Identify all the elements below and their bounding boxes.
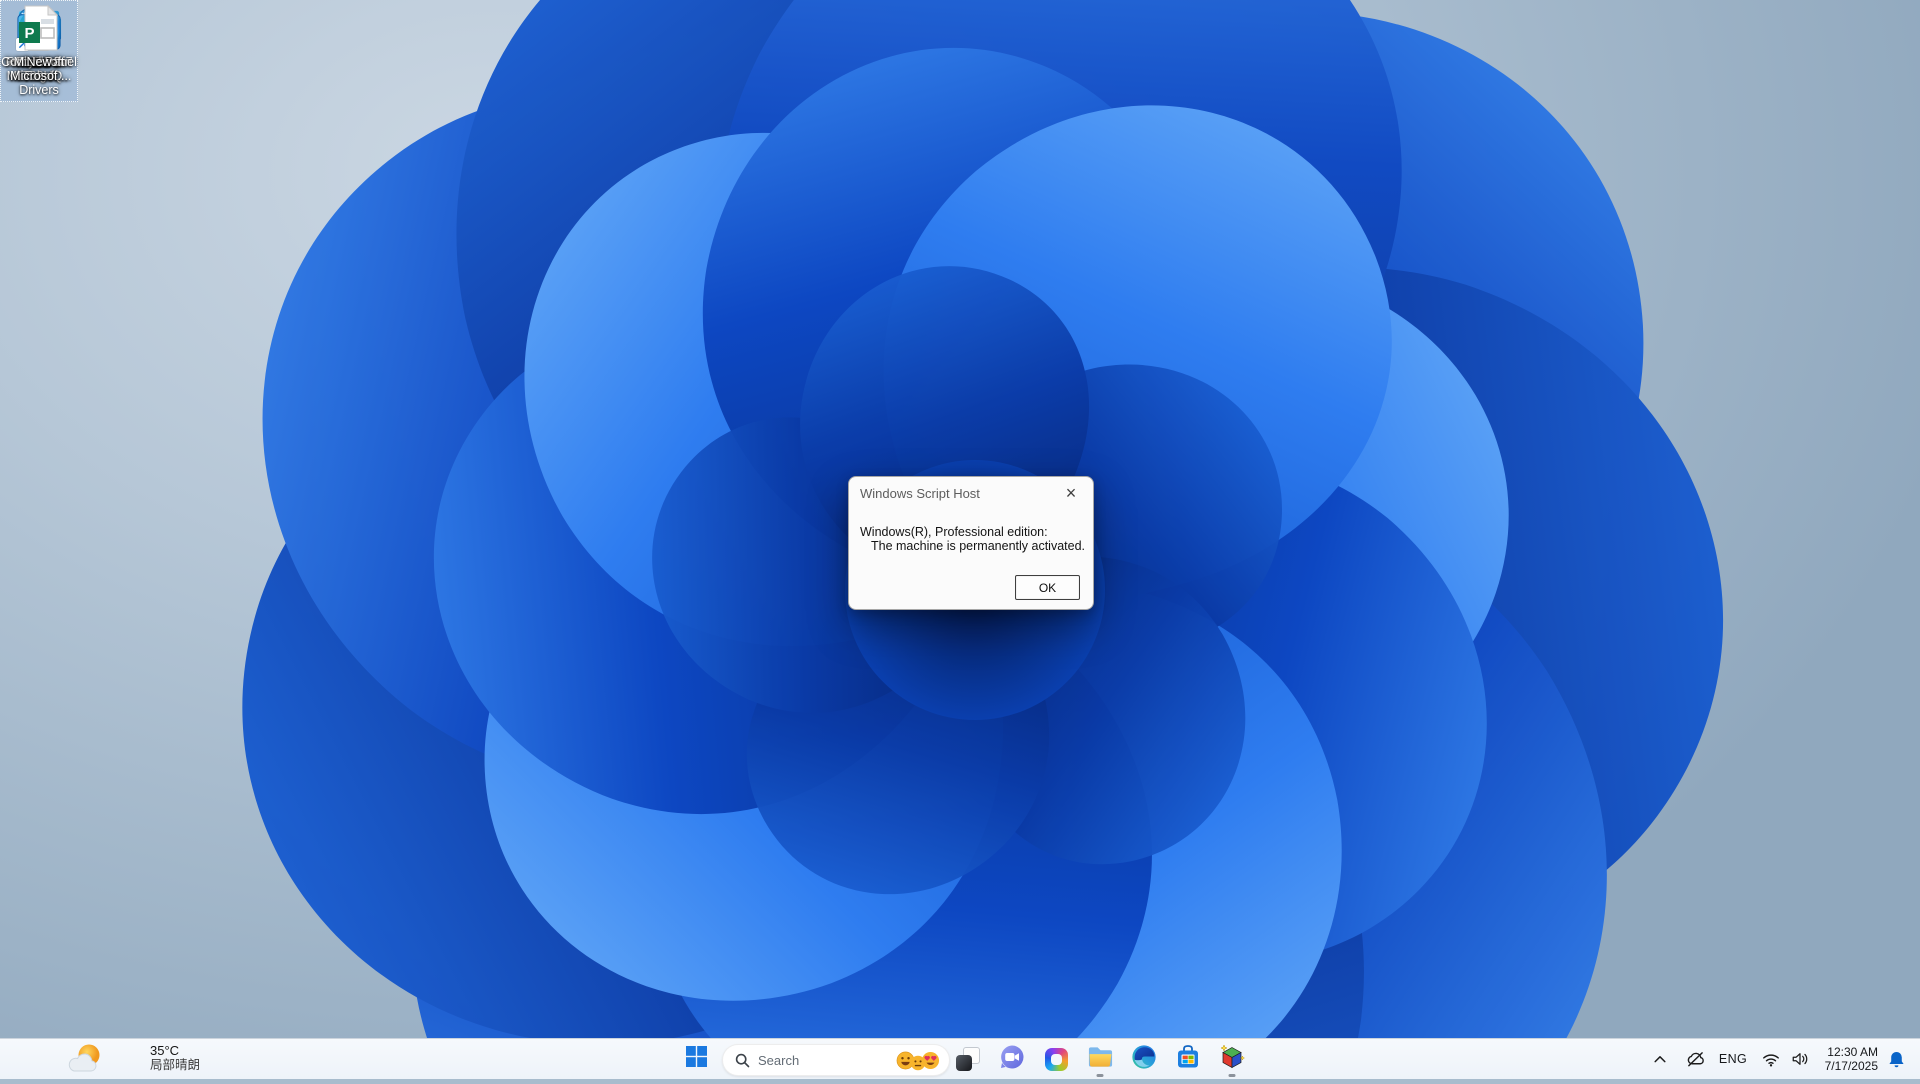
desktop-icon-new-publisher[interactable]: P New Microsof... [0,0,78,88]
windows-script-host-button[interactable] [1210,1039,1254,1079]
dialog-title: Windows Script Host [860,486,980,501]
weather-temperature: 35°C [150,1043,180,1058]
desktop-icon-label: New Microsof... [10,55,68,83]
chat-button[interactable] [990,1039,1034,1079]
taskbar: 35°C 局部晴朗 Search ENG 12:30 AM 7/17/2025 [0,1038,1920,1079]
dialog-message-line1: Windows(R), Professional edition: [860,525,1048,539]
edge-taskbar-button[interactable] [1122,1039,1166,1079]
search-placeholder: Search [758,1052,800,1068]
dialog-message: Windows(R), Professional edition: The ma… [860,525,1085,553]
copilot-button[interactable] [1034,1039,1078,1079]
wifi-icon [1763,1053,1779,1067]
tray-time: 12:30 AM [1827,1045,1878,1059]
language-indicator[interactable]: ENG [1712,1039,1754,1079]
windows-logo-icon [685,1046,707,1072]
sun-cloud-icon [64,1039,108,1084]
tray-date: 7/17/2025 [1824,1059,1878,1073]
microsoft-store-icon [1175,1044,1201,1075]
onedrive-status-button[interactable] [1680,1039,1710,1079]
clock-widget[interactable]: 12:30 AM 7/17/2025 [1814,1039,1878,1079]
task-view-icon [956,1047,980,1071]
dialog-message-line2: The machine is permanently activated. [871,538,1085,553]
running-indicator [1228,1074,1236,1077]
close-icon[interactable]: × [1057,480,1085,506]
speaker-icon [1792,1053,1808,1065]
task-view-button[interactable] [946,1039,990,1079]
script-host-cube-icon [1219,1043,1246,1075]
notifications-button[interactable] [1880,1039,1912,1079]
search-box[interactable]: Search [722,1044,950,1076]
search-highlight-emojis [896,1049,940,1071]
onedrive-off-icon [1687,1051,1704,1066]
chat-icon [999,1044,1025,1075]
running-indicator [1096,1074,1104,1077]
weather-text: 35°C 局部晴朗 [150,1043,200,1073]
volume-button[interactable] [1785,1039,1815,1079]
weather-widget[interactable]: 35°C 局部晴朗 [40,1039,260,1079]
publisher-document-icon: P [15,4,63,52]
ok-button[interactable]: OK [1015,575,1080,600]
wsh-dialog-window: Windows Script Host × Windows(R), Profes… [848,476,1094,610]
chevron-up-icon [1654,1056,1666,1063]
search-icon [735,1053,750,1068]
language-code: ENG [1718,1052,1748,1066]
emoji-heart-eyes-icon [921,1051,940,1069]
svg-text:P: P [24,25,34,42]
hidden-icons-button[interactable] [1646,1039,1674,1079]
start-button[interactable] [674,1039,718,1079]
notification-bell-icon [1888,1051,1904,1067]
wifi-button[interactable] [1757,1039,1785,1079]
copilot-icon [1044,1047,1068,1071]
file-explorer-icon [1087,1045,1114,1074]
weather-condition: 局部晴朗 [150,1058,201,1072]
file-explorer-button[interactable] [1078,1039,1122,1079]
microsoft-store-button[interactable] [1166,1039,1210,1079]
edge-icon [1131,1044,1157,1075]
